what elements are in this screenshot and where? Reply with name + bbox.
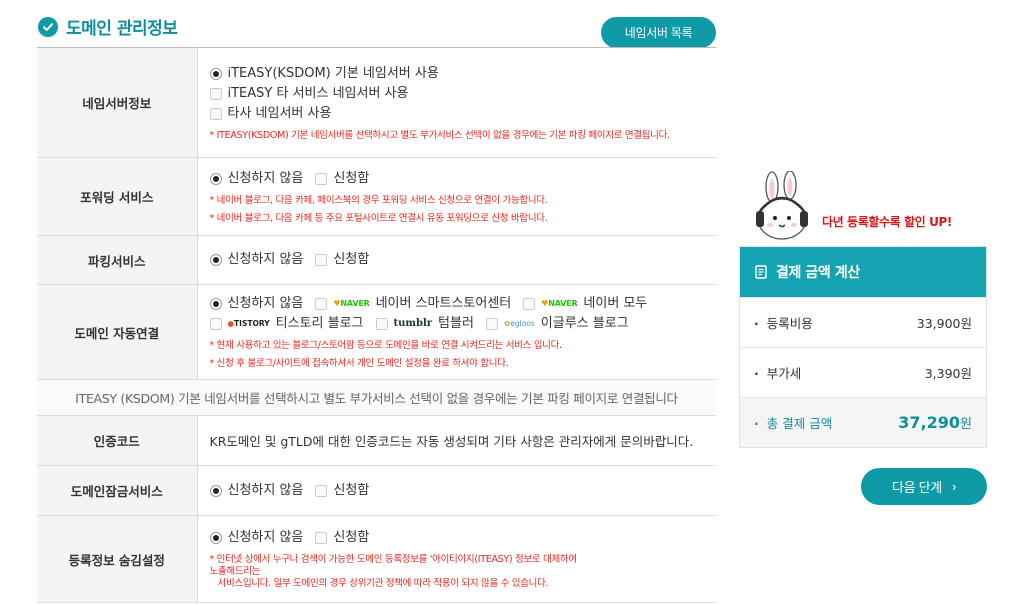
lock-option-yes[interactable]: 신청함 <box>315 481 369 501</box>
autolink-option-naver-smartstore[interactable]: ♥NAVER 네이버 스마트스토어센터 <box>315 294 511 314</box>
radio-selected-icon <box>209 172 222 185</box>
row-label: 도메인잠금서비스 <box>37 465 198 516</box>
payment-summary: 결제 금액 계산 등록비용 33,900원 부가세 3,390원 총 결제 금액… <box>739 246 987 448</box>
privacy-note: * 인터넷 상에서 누구나 검색이 가능한 도메인 등록정보를 '아이티이지(I… <box>209 554 578 589</box>
row-label: 포워딩 서비스 <box>37 157 198 236</box>
autolink-option-tumblr[interactable]: tumblr 텀블러 <box>375 314 474 334</box>
row-forwarding: 포워딩 서비스 신청하지 않음 신청함 * 네이버 블로그, 다음 카페, 페이… <box>37 157 716 236</box>
nameserver-list-button[interactable]: 네임서버 목록 <box>601 17 716 48</box>
naver-logo-icon: ♥NAVER <box>333 299 370 308</box>
radio-selected-icon <box>209 484 222 497</box>
row-label: 도메인 자동연결 <box>37 284 198 380</box>
row-nameserver: 네임서버정보 iTEASY(KSDOM) 기본 네임서버 사용 iTEASY 타… <box>37 47 716 158</box>
autolink-note-1: * 현재 사용하고 있는 블로그/스토어팜 등으로 도메인을 바로 연결 시켜드… <box>209 340 563 351</box>
privacy-option-yes[interactable]: 신청함 <box>315 528 369 548</box>
payment-summary-header: 결제 금액 계산 <box>740 247 986 297</box>
tumblr-logo-icon: tumblr <box>393 318 433 329</box>
naver-logo-icon: ♥NAVER <box>541 299 578 308</box>
radio-selected-icon <box>209 67 222 80</box>
autolink-option-egloos[interactable]: ✿egloos 이글루스 블로그 <box>485 314 629 334</box>
authcode-text: KR도메인 및 gTLD에 대한 인증코드는 자동 생성되며 기타 사항은 관리… <box>197 415 716 466</box>
checkbox-icon <box>209 87 222 100</box>
nameserver-option-external[interactable]: 타사 네임서버 사용 <box>209 104 331 124</box>
row-privacy: 등록정보 숨김설정 신청하지 않음 신청함 * 인터넷 상에서 누구나 검색이 … <box>37 515 716 603</box>
full-width-note: ITEASY (KSDOM) 기본 네임서버를 선택하시고 별도 부가서비스 선… <box>37 379 716 416</box>
forwarding-option-no[interactable]: 신청하지 않음 <box>209 169 303 189</box>
next-step-button[interactable]: 다음 단계 › <box>861 468 987 505</box>
radio-selected-icon <box>209 254 222 266</box>
row-label: 인증코드 <box>37 415 198 466</box>
parking-option-yes[interactable]: 신청함 <box>315 250 369 270</box>
registration-fee-row: 등록비용 33,900원 <box>740 297 986 347</box>
nameserver-note: * ITEASY(KSDOM) 기본 네임서버를 선택하시고 별도 부가서비스 … <box>209 129 671 141</box>
section-title: 도메인 관리정보 <box>38 14 178 39</box>
section-title-text: 도메인 관리정보 <box>66 19 178 39</box>
nameserver-option-default[interactable]: iTEASY(KSDOM) 기본 네임서버 사용 <box>209 64 439 84</box>
forwarding-note-1: * 네이버 블로그, 다음 카페, 페이스북의 경우 포워딩 서비스 신청으로 … <box>209 194 548 206</box>
row-autolink: 도메인 자동연결 신청하지 않음 ♥NAVER 네이버 스마트스토어센터 ♥NAV… <box>37 284 716 380</box>
check-circle-icon <box>38 16 58 37</box>
radio-selected-icon <box>209 532 222 544</box>
vat-row: 부가세 3,390원 <box>740 347 986 397</box>
privacy-option-no[interactable]: 신청하지 않음 <box>209 528 303 548</box>
autolink-option-tistory[interactable]: ●TISTORY 티스토리 블로그 <box>209 314 364 334</box>
domain-info-table: 네임서버정보 iTEASY(KSDOM) 기본 네임서버 사용 iTEASY 타… <box>37 47 716 603</box>
row-label: 파킹서비스 <box>37 235 198 285</box>
total-row: 총 결제 금액 37,290원 <box>740 397 986 447</box>
row-label: 등록정보 숨김설정 <box>37 515 198 603</box>
forwarding-note-2: * 네이버 블로그, 다음 카페 등 주요 포털사이트로 연결시 유동 포워딩으… <box>209 212 548 224</box>
bunny-mascot-icon <box>756 170 808 240</box>
nameserver-option-other-service[interactable]: iTEASY 타 서비스 네임서버 사용 <box>209 84 408 104</box>
tistory-logo-icon: ●TISTORY <box>227 319 270 328</box>
chevron-right-icon: › <box>951 479 956 494</box>
row-full-note: ITEASY (KSDOM) 기본 네임서버를 선택하시고 별도 부가서비스 선… <box>37 379 716 416</box>
checkbox-icon <box>375 318 388 330</box>
row-parking: 파킹서비스 신청하지 않음 신청함 <box>37 235 716 285</box>
row-lock: 도메인잠금서비스 신청하지 않음 신청함 <box>37 465 716 516</box>
total-amount: 37,290 <box>898 413 961 432</box>
checkbox-icon <box>523 298 536 310</box>
checkbox-icon <box>315 532 328 544</box>
radio-selected-icon <box>209 298 222 310</box>
egloos-logo-icon: ✿egloos <box>503 319 535 328</box>
payment-summary-title: 결제 금액 계산 <box>776 265 860 281</box>
checkbox-icon <box>315 484 328 497</box>
autolink-option-no[interactable]: 신청하지 않음 <box>209 294 303 314</box>
lock-option-no[interactable]: 신청하지 않음 <box>209 481 303 501</box>
receipt-icon <box>755 265 767 279</box>
row-authcode: 인증코드 KR도메인 및 gTLD에 대한 인증코드는 자동 생성되며 기타 사… <box>37 415 716 466</box>
discount-promo: 다년 등록할수록 할인 UP! <box>750 170 986 247</box>
checkbox-icon <box>209 318 222 330</box>
autolink-note-2: * 신청 후 블로그/사이트에 접속하셔서 개인 도메인 설정을 완료 하셔야 … <box>209 358 509 369</box>
forwarding-option-yes[interactable]: 신청함 <box>315 169 369 189</box>
checkbox-icon <box>315 254 328 266</box>
promo-text: 다년 등록할수록 할인 UP! <box>822 215 952 229</box>
checkbox-icon <box>209 107 222 120</box>
parking-option-no[interactable]: 신청하지 않음 <box>209 250 303 270</box>
row-label: 네임서버정보 <box>37 47 198 158</box>
checkbox-icon <box>315 172 328 185</box>
autolink-option-naver-modoo[interactable]: ♥NAVER 네이버 모두 <box>523 294 647 314</box>
checkbox-icon <box>485 318 498 330</box>
checkbox-icon <box>315 298 328 310</box>
